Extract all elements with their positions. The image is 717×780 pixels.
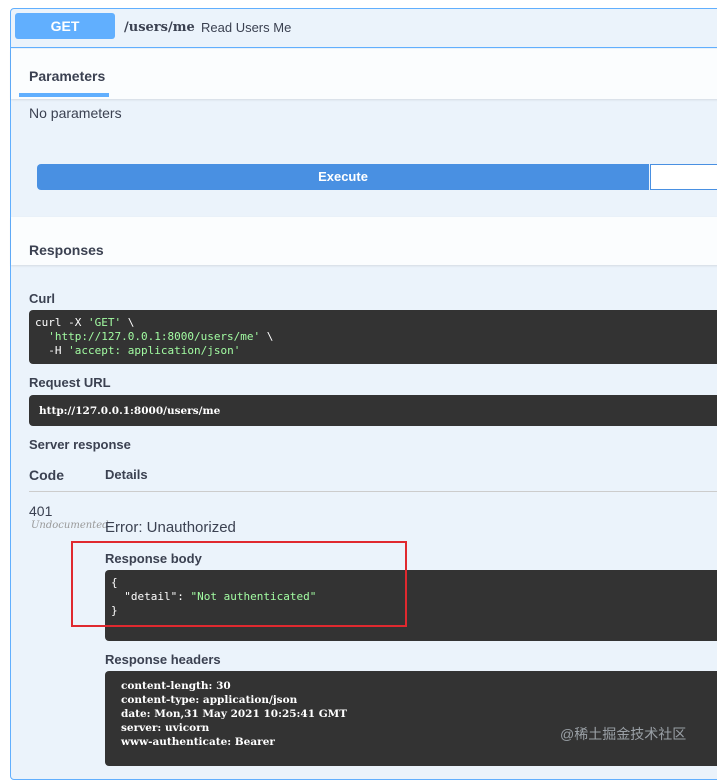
highlight-box (71, 541, 407, 627)
operation-summary[interactable]: GET /users/me Read Users Me (11, 9, 717, 48)
no-parameters-text: No parameters (29, 105, 122, 121)
table-divider (29, 491, 717, 492)
tab-active-indicator (19, 93, 109, 97)
response-headers-label: Response headers (105, 652, 221, 667)
request-url-value: http://127.0.0.1:8000/users/me (39, 405, 221, 417)
request-url-block[interactable]: http://127.0.0.1:8000/users/me (29, 395, 717, 426)
curl-url: 'http://127.0.0.1:8000/users/me' (48, 330, 261, 343)
endpoint-path: /users/me (124, 20, 195, 35)
server-response-label: Server response (29, 437, 131, 452)
http-method-badge: GET (15, 13, 115, 39)
curl-line1-tail: \ (121, 316, 135, 329)
header-line: server: uvicorn (121, 722, 210, 734)
request-url-label: Request URL (29, 375, 111, 390)
curl-method: 'GET' (87, 316, 122, 329)
header-line: www-authenticate: Bearer (121, 736, 275, 748)
responses-title: Responses (29, 242, 104, 258)
response-headers-block[interactable]: content-length: 30 content-type: applicat… (105, 671, 717, 766)
parameters-header: Parameters (11, 49, 717, 99)
tab-parameters[interactable]: Parameters (29, 68, 105, 84)
error-text: Error: Unauthorized (105, 519, 236, 536)
operation-block: GET /users/me Read Users Me Parameters N… (10, 8, 717, 780)
watermark: @稀土掘金技术社区 (560, 726, 687, 742)
curl-header: 'accept: application/json' (68, 344, 241, 357)
status-code: 401 (29, 503, 53, 519)
header-line: date: Mon,31 May 2021 10:25:41 GMT (121, 708, 348, 720)
curl-code-block[interactable]: curl -X 'GET' \ 'http://127.0.0.1:8000/u… (29, 310, 717, 364)
curl-label: Curl (29, 291, 55, 306)
endpoint-summary: Read Users Me (201, 20, 292, 35)
curl-flag: -H (48, 344, 69, 357)
curl-line2-tail: \ (260, 330, 274, 343)
clear-button[interactable] (650, 164, 717, 190)
header-line: content-length: 30 (121, 680, 231, 692)
details-column-header: Details (105, 467, 148, 482)
execute-button[interactable]: Execute (37, 164, 649, 190)
responses-header: Responses (11, 217, 717, 265)
curl-cmd: curl -X (35, 316, 88, 329)
undocumented-label: Undocumented (31, 520, 109, 531)
code-column-header: Code (29, 467, 64, 483)
header-line: content-type: application/json (121, 694, 298, 706)
